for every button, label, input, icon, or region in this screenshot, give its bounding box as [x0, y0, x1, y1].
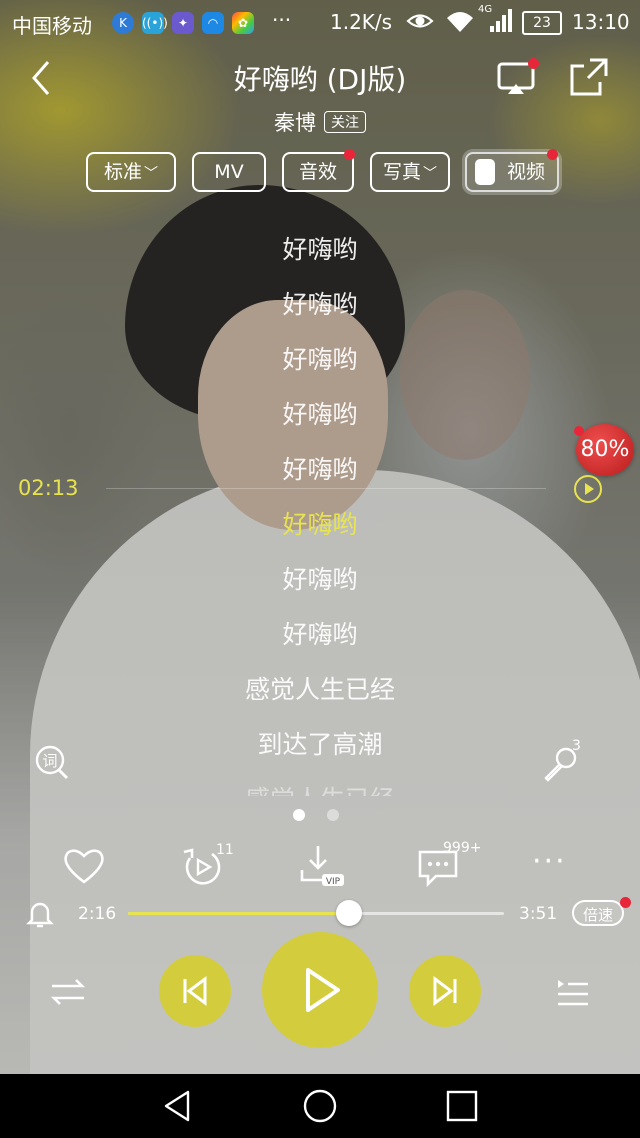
- photos-label: 写真: [382, 161, 421, 183]
- lyric-line: 好嗨哟: [282, 400, 358, 429]
- chevron-down-icon: ﹀: [423, 166, 437, 182]
- percent-label: 80%: [580, 437, 630, 462]
- lyric-line: 好嗨哟: [282, 620, 358, 649]
- nav-home-button[interactable]: [302, 1088, 338, 1124]
- vip-tag: VIP: [326, 877, 341, 887]
- toggle-knob: [475, 159, 495, 185]
- video-label: 视频: [506, 161, 545, 183]
- float-percent-badge[interactable]: 80%: [574, 424, 634, 476]
- total-time: 3:51: [519, 904, 558, 924]
- page-dot-active: [293, 809, 305, 821]
- lyric-line: 好嗨哟: [282, 455, 358, 484]
- follow-button[interactable]: 关注: [324, 111, 366, 133]
- alarm-button[interactable]: [24, 898, 56, 930]
- cell-signal-icon: 4G: [478, 4, 514, 39]
- nav-back-button[interactable]: [160, 1088, 196, 1124]
- eye-comfort-icon: [405, 6, 435, 42]
- page-dot: [327, 809, 339, 821]
- like-button[interactable]: [60, 842, 108, 890]
- effects-button[interactable]: 音效: [282, 149, 355, 192]
- play-mode-button[interactable]: [48, 972, 88, 1012]
- next-button[interactable]: [409, 955, 481, 1027]
- skip-next-icon: [433, 976, 457, 1006]
- comments-count: 999+: [443, 840, 482, 856]
- square-recents-icon: [446, 1090, 478, 1122]
- download-button[interactable]: VIP: [298, 842, 346, 890]
- playback-speed-button[interactable]: 倍速: [572, 897, 631, 926]
- mode-chips: 标准 ﹀ MV 音效 写真 ﹀ 视频: [0, 149, 640, 194]
- k-app-icon: K: [112, 12, 134, 34]
- shuffle-icon: [50, 979, 86, 1005]
- lyric-line: 好嗨哟: [282, 290, 358, 319]
- lyrics-panel[interactable]: 好嗨哟 好嗨哟 好嗨哟 好嗨哟 好嗨哟 好嗨哟 好嗨哟 好嗨哟 感觉人生已经 到…: [0, 220, 640, 796]
- clock: 13:10: [572, 10, 630, 34]
- share-button[interactable]: [568, 56, 610, 98]
- progress-slider[interactable]: [128, 900, 504, 926]
- chevron-down-icon: ﹀: [144, 166, 158, 182]
- playlist-button[interactable]: [552, 972, 592, 1012]
- share-icon: [570, 58, 608, 96]
- carrier-label: 中国移动: [12, 14, 92, 38]
- svg-text:词: 词: [42, 752, 57, 770]
- play-icon: [306, 968, 340, 1012]
- lyric-seek-time: 02:13: [18, 476, 79, 500]
- download-icon: VIP: [300, 846, 344, 887]
- photos-dropdown[interactable]: 写真 ﹀: [370, 152, 450, 192]
- nav-recents-button[interactable]: [444, 1088, 480, 1124]
- progress-fill: [128, 912, 350, 915]
- browser-app-icon: ◠: [202, 12, 224, 34]
- song-title: 好嗨哟 (DJ版): [233, 63, 407, 96]
- current-time: 2:16: [78, 904, 117, 924]
- lyric-seek-play-button[interactable]: [573, 474, 603, 504]
- artist-row: 秦博 关注: [0, 107, 640, 137]
- status-bar: 中国移动 K ((•)) ✦ ◠ ✿ ··· 1.2K/s 4G 23 13:1…: [0, 0, 640, 46]
- heart-icon: [64, 849, 104, 884]
- more-notifications-icon: ···: [272, 8, 292, 32]
- page-indicator: [293, 809, 339, 821]
- play-circle-icon: [574, 475, 602, 503]
- battery-icon: 23: [522, 11, 562, 35]
- cast-button[interactable]: [496, 58, 539, 98]
- play-button[interactable]: [262, 932, 378, 1048]
- lyric-search-icon: 词: [35, 745, 69, 780]
- photo-app-icon: ✿: [232, 12, 254, 34]
- game-app-icon: ✦: [172, 12, 194, 34]
- lyric-line: 感觉人生已经: [244, 675, 395, 704]
- triangle-back-icon: [164, 1090, 190, 1122]
- lyric-line-active: 好嗨哟: [282, 510, 358, 539]
- video-toggle[interactable]: 视频: [465, 149, 559, 192]
- lyric-search-button[interactable]: 词: [34, 744, 70, 780]
- bell-icon: [26, 902, 54, 928]
- system-nav-bar: [0, 1074, 640, 1138]
- skip-previous-icon: [183, 976, 207, 1006]
- lyric-line: 好嗨哟: [282, 235, 358, 264]
- mv-button[interactable]: MV: [192, 152, 266, 192]
- repeat-count: 11: [216, 842, 234, 858]
- lyric-line: 好嗨哟: [282, 345, 358, 374]
- more-icon: ···: [532, 844, 567, 879]
- speed-label: 倍速: [582, 906, 613, 924]
- quality-label: 标准: [103, 161, 142, 183]
- signal-app-icon: ((•)): [142, 12, 168, 34]
- quality-dropdown[interactable]: 标准 ﹀: [86, 152, 176, 192]
- karaoke-count: 3: [572, 738, 581, 754]
- playlist-icon: [558, 980, 588, 1006]
- lyric-seek-line: [106, 488, 546, 489]
- circle-home-icon: [303, 1089, 337, 1123]
- network-type: 4G: [478, 4, 493, 15]
- mv-label: MV: [214, 161, 244, 183]
- wifi-icon: [445, 6, 475, 41]
- net-speed: 1.2K/s: [330, 10, 393, 34]
- lyric-line: 好嗨哟: [282, 565, 358, 594]
- artist-name[interactable]: 秦博: [274, 111, 316, 135]
- previous-button[interactable]: [159, 955, 231, 1027]
- effects-label: 音效: [298, 161, 337, 183]
- more-button[interactable]: ···: [532, 842, 580, 890]
